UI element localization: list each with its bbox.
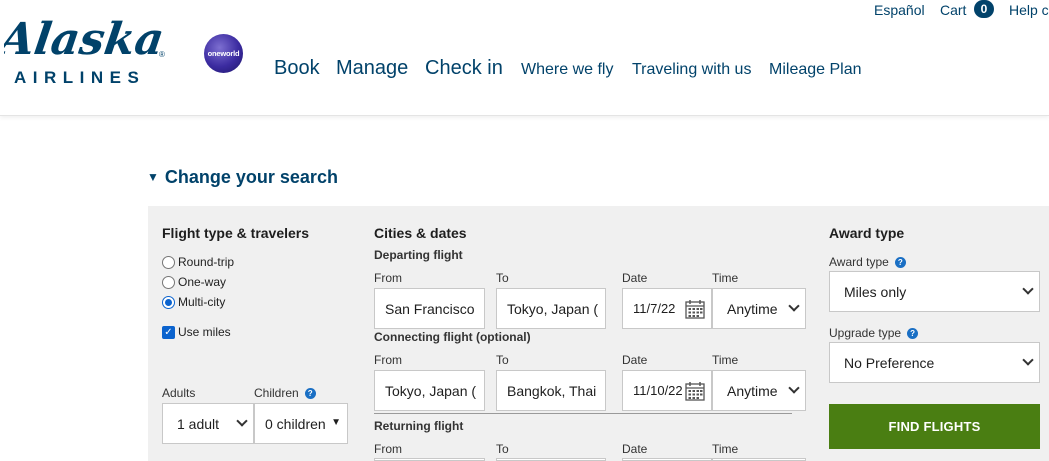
departing-date-input[interactable]: 11/7/22 (622, 288, 712, 329)
help-icon[interactable]: ? (304, 388, 316, 399)
upgrade-type-value: No Preference (844, 354, 935, 371)
children-label-text: Children (254, 386, 299, 400)
chevron-down-icon (788, 382, 800, 394)
nav-where-we-fly[interactable]: Where we fly (521, 61, 613, 79)
help-icon[interactable]: ? (907, 328, 919, 339)
change-search-toggle[interactable]: ▼ Change your search (147, 167, 338, 188)
oneworld-logo-icon[interactable]: oneworld (204, 34, 243, 73)
to-label: To (496, 271, 509, 285)
nav-book[interactable]: Book (274, 57, 320, 80)
help-link[interactable]: Help c (1009, 2, 1049, 18)
use-miles-checkbox[interactable]: ✓ Use miles (162, 325, 231, 339)
upgrade-type-select[interactable]: No Preference (829, 342, 1040, 383)
connecting-date-input[interactable]: 11/10/22 (622, 370, 712, 411)
flight-type-heading: Flight type & travelers (162, 225, 310, 241)
connecting-flight-title: Connecting flight (optional) (374, 330, 531, 344)
departing-time-value: Anytime (727, 300, 778, 317)
departing-from-input[interactable]: San Francisco (374, 288, 485, 329)
chevron-down-icon (1022, 354, 1034, 366)
change-search-label: Change your search (164, 167, 338, 187)
espanol-link[interactable]: Español (874, 2, 925, 18)
radio-unselected-icon (162, 255, 175, 269)
departing-to-input[interactable]: Tokyo, Japan ( (496, 288, 606, 329)
award-type-label: Award type? (829, 255, 906, 269)
cart-link[interactable]: Cart (940, 2, 966, 18)
time-label: Time (712, 271, 739, 285)
date-label: Date (622, 271, 648, 285)
calendar-icon[interactable] (685, 381, 705, 401)
to-label: To (496, 442, 509, 456)
chevron-down-icon (1022, 283, 1034, 295)
children-label: Children? (254, 386, 316, 400)
award-type-heading: Award type (829, 225, 905, 241)
section-divider (374, 413, 792, 414)
calendar-icon[interactable] (685, 299, 705, 319)
adults-value: 1 adult (177, 415, 220, 432)
nav-manage[interactable]: Manage (336, 57, 408, 80)
radio-selected-icon (162, 295, 175, 309)
upgrade-type-label-text: Upgrade type (829, 326, 902, 340)
connecting-to-input[interactable]: Bangkok, Thai (496, 370, 606, 411)
date-label: Date (622, 353, 648, 367)
radio-round-trip[interactable]: Round-trip (162, 255, 234, 269)
connecting-from-value: Tokyo, Japan ( (385, 382, 477, 399)
departing-date-value: 11/7/22 (633, 301, 676, 316)
upgrade-type-label: Upgrade type? (829, 326, 919, 340)
logo-wordmark: Alaska (4, 14, 164, 64)
find-flights-button[interactable]: FIND FLIGHTS (829, 404, 1040, 449)
radio-label: Round-trip (178, 255, 235, 269)
from-label: From (374, 353, 402, 367)
to-label: To (496, 353, 509, 367)
connecting-time-value: Anytime (727, 382, 778, 399)
cities-dates-heading: Cities & dates (374, 225, 467, 241)
radio-label: One-way (178, 275, 227, 289)
logo-registered-mark: ® (159, 50, 165, 59)
departing-time-select[interactable]: Anytime (712, 288, 806, 329)
checkbox-label: Use miles (178, 325, 231, 339)
time-label: Time (712, 442, 739, 456)
departing-to-value: Tokyo, Japan ( (507, 300, 599, 317)
children-value: 0 children (265, 415, 326, 432)
alaska-logo-swoosh-icon: Alaska (4, 14, 164, 64)
radio-unselected-icon (162, 275, 175, 289)
nav-check-in[interactable]: Check in (425, 57, 503, 80)
adults-label: Adults (162, 386, 196, 400)
from-label: From (374, 442, 402, 456)
nav-traveling-with-us[interactable]: Traveling with us (632, 61, 751, 79)
chevron-down-icon (236, 415, 248, 427)
help-icon[interactable]: ? (894, 257, 906, 268)
chevron-down-icon (788, 300, 800, 312)
connecting-to-value: Bangkok, Thai (507, 382, 597, 399)
radio-one-way[interactable]: One-way (162, 275, 226, 289)
connecting-from-input[interactable]: Tokyo, Japan ( (374, 370, 485, 411)
from-label: From (374, 271, 402, 285)
award-type-value: Miles only (844, 283, 907, 300)
award-type-select[interactable]: Miles only (829, 271, 1040, 312)
connecting-date-value: 11/10/22 (633, 383, 683, 398)
checkmark-icon: ✓ (162, 325, 175, 339)
departing-flight-title: Departing flight (374, 248, 463, 262)
award-type-label-text: Award type (829, 255, 889, 269)
logo-airlines-text: AIRLINES (14, 68, 146, 87)
caret-down-icon: ▼ (147, 170, 159, 184)
adults-select[interactable]: 1 adult (162, 403, 254, 444)
cart-count-badge[interactable]: 0 (974, 0, 994, 18)
site-header: Alaska ® AIRLINES oneworld Español Cart … (0, 0, 1049, 116)
children-select[interactable]: 0 children ▼ (254, 403, 348, 444)
time-label: Time (712, 353, 739, 367)
date-label: Date (622, 442, 648, 456)
departing-from-value: San Francisco (385, 300, 475, 317)
radio-multi-city[interactable]: Multi-city (162, 295, 225, 309)
alaska-airlines-logo[interactable]: Alaska ® AIRLINES (2, 14, 170, 92)
triangle-down-icon: ▼ (331, 417, 341, 428)
returning-flight-title: Returning flight (374, 419, 464, 433)
connecting-time-select[interactable]: Anytime (712, 370, 806, 411)
radio-label: Multi-city (178, 295, 226, 309)
nav-mileage-plan[interactable]: Mileage Plan (769, 61, 862, 79)
